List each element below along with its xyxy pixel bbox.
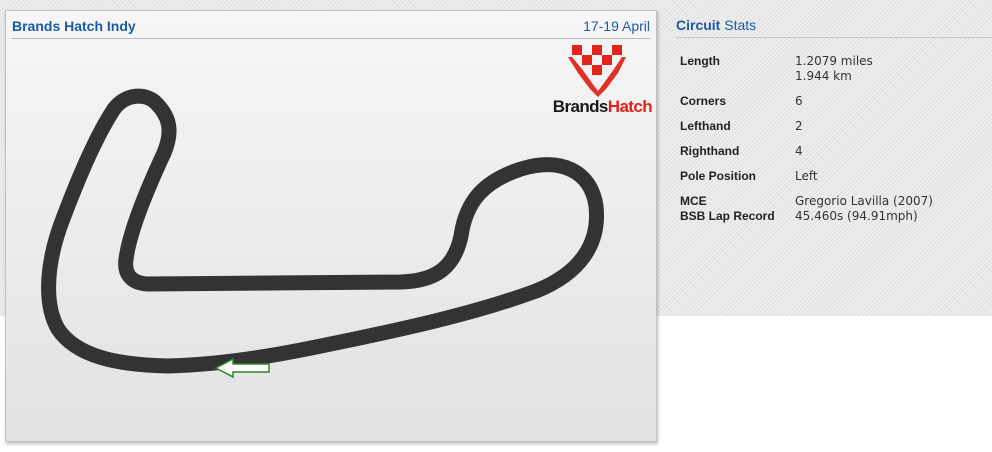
circuit-stats-title-rest: Stats bbox=[724, 17, 757, 33]
stat-label: Length bbox=[680, 54, 720, 68]
stat-value: Left bbox=[795, 169, 818, 183]
track-map bbox=[41, 88, 605, 379]
stat-label-line: MCE bbox=[680, 194, 707, 208]
stat-value: Gregorio Lavilla (2007) 45.460s (94.91mp… bbox=[795, 194, 933, 224]
stat-label: Righthand bbox=[680, 144, 740, 158]
stat-value: 1.2079 miles 1.944 km bbox=[795, 54, 873, 84]
track-map-panel: Brands Hatch Indy 17-19 April BrandsHatc… bbox=[5, 10, 657, 442]
track-outline bbox=[41, 88, 605, 374]
circuit-stats-panel: Circuit Stats Length 1.2079 miles 1.944 … bbox=[668, 10, 992, 310]
stat-value: 4 bbox=[795, 144, 803, 158]
stat-value-line: 1.944 km bbox=[795, 69, 852, 83]
stat-label: MCE BSB Lap Record bbox=[680, 194, 775, 224]
circuit-stats-header: Circuit Stats bbox=[676, 16, 992, 38]
stat-label-line: BSB Lap Record bbox=[680, 209, 775, 223]
circuit-stats-title: Circuit Stats bbox=[676, 17, 756, 33]
stat-label: Pole Position bbox=[680, 169, 757, 183]
stat-label: Lefthand bbox=[680, 119, 731, 133]
stat-label: Corners bbox=[680, 94, 727, 108]
stat-value: 6 bbox=[795, 94, 803, 108]
circuit-stats-title-bold: Circuit bbox=[676, 17, 721, 33]
stat-value-line: 1.2079 miles bbox=[795, 54, 873, 68]
stat-value-line: Gregorio Lavilla (2007) bbox=[795, 194, 933, 208]
stat-value: 2 bbox=[795, 119, 803, 133]
stat-value-line: 45.460s (94.91mph) bbox=[795, 209, 918, 223]
